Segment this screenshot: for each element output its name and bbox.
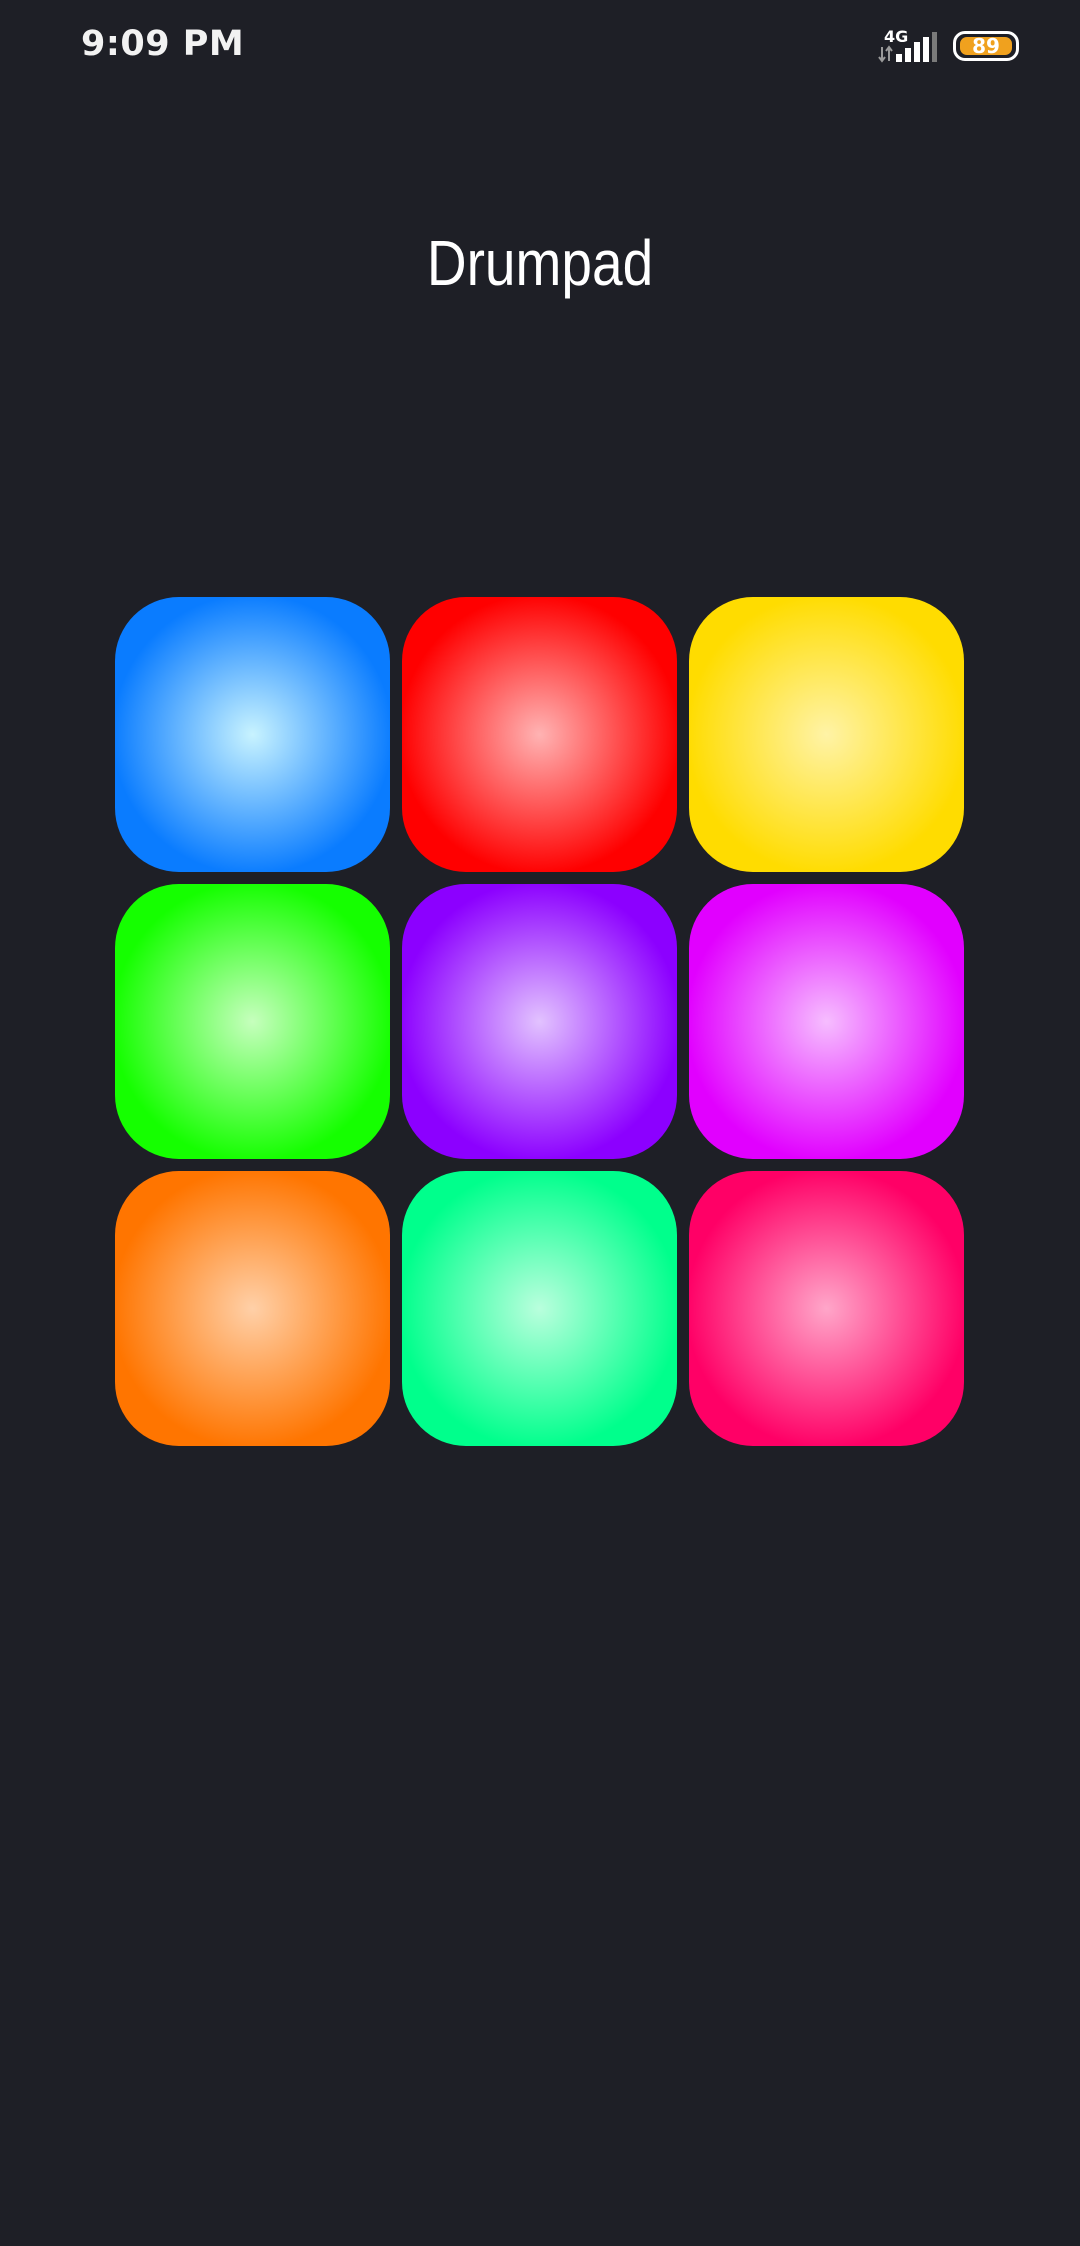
pad-magenta[interactable] [689, 884, 964, 1159]
battery-percent: 89 [972, 34, 1000, 58]
data-activity-icon [878, 45, 893, 63]
pad-red[interactable] [402, 597, 677, 872]
drum-pad-grid [115, 597, 965, 1447]
status-time: 9:09 PM [81, 24, 245, 64]
pad-purple[interactable] [402, 884, 677, 1159]
pad-pink[interactable] [689, 1171, 964, 1446]
pad-orange[interactable] [115, 1171, 390, 1446]
signal-strength-icon [896, 32, 937, 62]
pad-green[interactable] [115, 884, 390, 1159]
pad-blue[interactable] [115, 597, 390, 872]
pad-mint[interactable] [402, 1171, 677, 1446]
battery-icon: 89 [953, 31, 1019, 61]
status-bar: 9:09 PM 4G 89 [0, 0, 1080, 96]
pad-yellow[interactable] [689, 597, 964, 872]
page-title: Drumpad [426, 227, 654, 299]
